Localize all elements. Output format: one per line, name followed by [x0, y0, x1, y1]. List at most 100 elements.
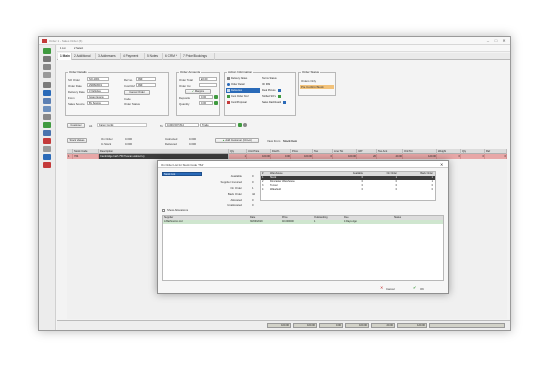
check-icon: ✔ [191, 90, 195, 93]
customer-name-field[interactable]: Karen Certik [97, 123, 147, 127]
action-label: Deliveries [231, 89, 242, 92]
action-information-group: Action Information Delivery Notes Order … [224, 70, 296, 116]
tab-crm[interactable]: 6 CRM * [163, 53, 181, 60]
truck-icon [227, 88, 230, 92]
on-order-value: 0.000 [125, 137, 132, 141]
total-gross: 120.00 [397, 323, 427, 328]
from-label: From [68, 96, 75, 100]
action-order-detail[interactable]: Order Detail [226, 82, 260, 87]
customer-id: A1 [89, 124, 93, 128]
quantity-go-icon[interactable] [214, 101, 218, 105]
order-details-title: Order Details [68, 70, 88, 74]
exit-icon[interactable] [43, 162, 51, 168]
save-icon[interactable] [43, 154, 51, 160]
export-icon[interactable] [43, 106, 51, 112]
total-extra [429, 323, 505, 328]
orders-only-option[interactable]: Orders Only [301, 79, 316, 83]
email-icon[interactable] [43, 90, 51, 96]
action-label: Order Detail [231, 83, 245, 86]
list-icon[interactable] [43, 64, 51, 70]
tab-main[interactable]: 1 Main [58, 53, 72, 60]
tools-icon[interactable] [43, 146, 51, 152]
add-customer-button[interactable]: ▲ Add Customer (Ctrl+A) [215, 138, 259, 143]
delivery-field[interactable]: 3 Vehicles [87, 89, 109, 93]
order-details-group: Order Details SO Order SO-1001 Order Dat… [65, 70, 169, 116]
picture-icon [277, 88, 281, 92]
action-label: ID: 999 [262, 83, 271, 86]
cancel-button[interactable]: Cancel [386, 287, 395, 291]
margins-label: Margins [194, 90, 205, 93]
instructed-value: 0.000 [189, 137, 196, 141]
ok-button[interactable]: OK [420, 287, 424, 291]
confirm-icon[interactable] [238, 123, 242, 127]
deposits-field[interactable]: 0.00 [199, 95, 213, 99]
stock-values-button[interactable]: Stock Values [67, 138, 87, 143]
cust-ref-label: Cust Ref [124, 84, 135, 88]
copy-icon[interactable] [43, 98, 51, 104]
reload-icon[interactable] [243, 123, 247, 127]
tab-price-bookings[interactable]: 7 Price/Bookings [181, 53, 215, 60]
tab-payment[interactable]: 4 Payment [121, 53, 145, 60]
action-deal-picture[interactable]: Deal Picture [261, 88, 295, 93]
action-delivery-notes[interactable]: Delivery Notes [226, 76, 260, 81]
attach-icon[interactable] [43, 114, 51, 120]
close-button[interactable]: ✕ [500, 38, 508, 44]
order-status-title: Order Status [301, 70, 321, 74]
from-field[interactable]: Gwen Evans [87, 95, 109, 99]
history-icon[interactable] [43, 130, 51, 136]
filter-icon[interactable] [43, 72, 51, 78]
refresh-icon[interactable] [43, 122, 51, 128]
order-date-field[interactable]: 29/08/2019 [87, 83, 109, 87]
action-label: Telified SO's [262, 95, 276, 98]
total-vat: 20.00 [371, 323, 395, 328]
margins-button[interactable]: ✔ Margins [185, 89, 211, 94]
total-net: 100.00 [345, 323, 369, 328]
table-cell: A Bathrooms Ltd [164, 220, 183, 223]
action-cust-order-xref[interactable]: Cust Order Xref [226, 94, 260, 99]
chart-icon [283, 100, 287, 104]
deposits-go-icon[interactable] [214, 95, 218, 99]
minimize-button[interactable]: – [484, 38, 492, 44]
tab-notes[interactable]: 5 Notes [145, 53, 163, 60]
to-label: To [160, 124, 163, 128]
pre-confirm-option[interactable]: Pre Confirm/Stock [300, 85, 334, 89]
table-row[interactable]: 4 Wakefield 0 0 0 [261, 188, 435, 192]
action-telified-sos[interactable]: Telified SO's [261, 94, 295, 99]
on-order-dialog: On Order List for Stock Code '764' ✕ Sto… [157, 160, 449, 294]
to-field[interactable]: 0-300-507 814 [165, 123, 199, 127]
show-allocations-checkbox[interactable] [162, 209, 165, 212]
table-row[interactable]: A Bathrooms Ltd 30/09/2019 40.000000 1 4… [163, 220, 443, 224]
dialog-close-button[interactable]: ✕ [440, 162, 443, 167]
table-cell: 0 [361, 188, 363, 191]
print-icon[interactable] [43, 82, 51, 88]
menu-list[interactable]: 1 Lst [59, 45, 65, 52]
trade-field[interactable]: Trade [200, 123, 236, 127]
cancel-order-button[interactable]: Cancel Order [124, 90, 150, 95]
maximize-button[interactable]: □ [492, 38, 500, 44]
action-terms-status[interactable]: Terms Status [261, 76, 295, 81]
tab-additional[interactable]: 2 Additional [72, 53, 96, 60]
find-icon[interactable] [43, 56, 51, 62]
order-no-field[interactable]: SO-1001 [87, 77, 109, 81]
total-price: 100.00 [293, 323, 317, 328]
action-cust-proposal[interactable]: Cust/Proposal [226, 100, 260, 105]
total-line: 100.00 [267, 323, 291, 328]
cust-ref-field[interactable]: 999 [136, 83, 156, 87]
order-date-label: Order Date [68, 84, 82, 88]
menu-select[interactable]: 2 Select [73, 45, 83, 52]
location-select[interactable]: Stock List [162, 172, 202, 176]
sales-source-select[interactable]: By Source [87, 101, 109, 105]
action-sales-dashboard[interactable]: Sales Dashboard [261, 100, 295, 105]
link-icon [227, 94, 230, 98]
delete-icon[interactable] [43, 138, 51, 144]
tab-addresses[interactable]: 3 Addresses [96, 53, 121, 60]
customer-button[interactable]: Customer [67, 123, 85, 128]
action-id[interactable]: ID: 999 [261, 82, 295, 87]
quantity-field[interactable]: 0.00 [199, 101, 213, 105]
add-icon[interactable] [43, 48, 51, 54]
action-information-title: Action Information [227, 70, 254, 74]
total-tax: 0.00 [319, 323, 343, 328]
ref-field[interactable]: 999 [136, 77, 156, 81]
title-bar: Order 1 - Sales Order (6) – □ ✕ [39, 37, 510, 45]
action-deliveries[interactable]: Deliveries [226, 88, 260, 93]
